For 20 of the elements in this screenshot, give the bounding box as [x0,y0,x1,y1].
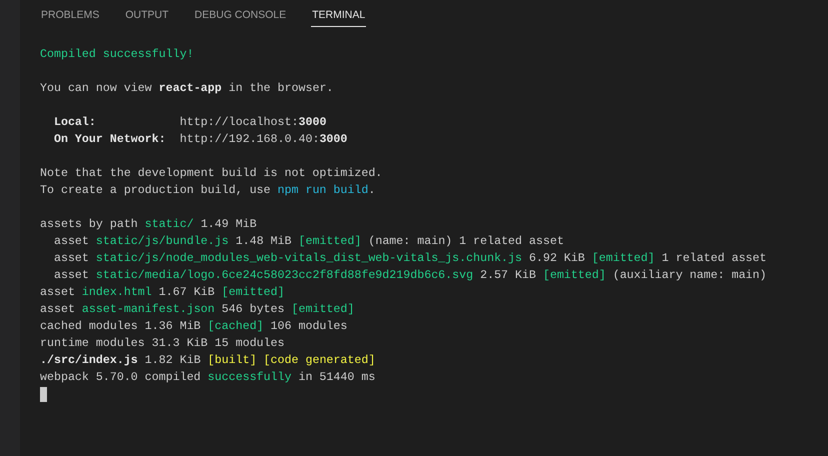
terminal-line: runtime modules 31.3 KiB 15 modules [40,336,284,352]
terminal-line: asset static/js/node_modules_web-vitals_dist_web-vitals_js.chunk.js 6.92 KiB [emitted] 1 related asset [52,251,767,267]
terminal-line: Compiled successfully! [40,47,194,63]
terminal-line: To create a production build, use npm run build. [40,183,376,199]
terminal-line: asset asset-manifest.json 546 bytes [emitted] [40,302,354,318]
panel-tab[interactable]: TERMINAL [311,8,366,27]
terminal-line: asset static/media/logo.6ce24c58023cc2f8fd88fe9d219db6c6.svg 2.57 KiB [emitted] (auxiliary name: main) [52,268,767,284]
terminal-line: You can now view react-app in the browser. [40,81,334,97]
terminal-line: asset static/js/bundle.js 1.48 MiB [emitted] (name: main) 1 related asset [52,234,564,250]
terminal-line: webpack 5.70.0 compiled successfully in 51440 ms [40,370,376,386]
panel-tab[interactable]: DEBUG CONSOLE [194,8,288,27]
panel-tab[interactable]: OUTPUT [124,8,170,27]
terminal-line: assets by path static/ 1.49 MiB [40,217,257,233]
terminal-line: On Your Network: http://192.168.0.40:3000 [52,132,348,148]
terminal-line: ./src/index.js 1.82 KiB [built] [code generated] [40,353,376,369]
terminal-line: cached modules 1.36 MiB [cached] 106 modules [40,319,348,335]
terminal-line: Local: http://localhost:3000 [52,115,326,131]
terminal-line: asset index.html 1.67 KiB [emitted] [40,285,285,301]
terminal-line: Note that the development build is not optimized. [40,166,382,182]
panel-tab[interactable]: PROBLEMS [40,8,100,27]
